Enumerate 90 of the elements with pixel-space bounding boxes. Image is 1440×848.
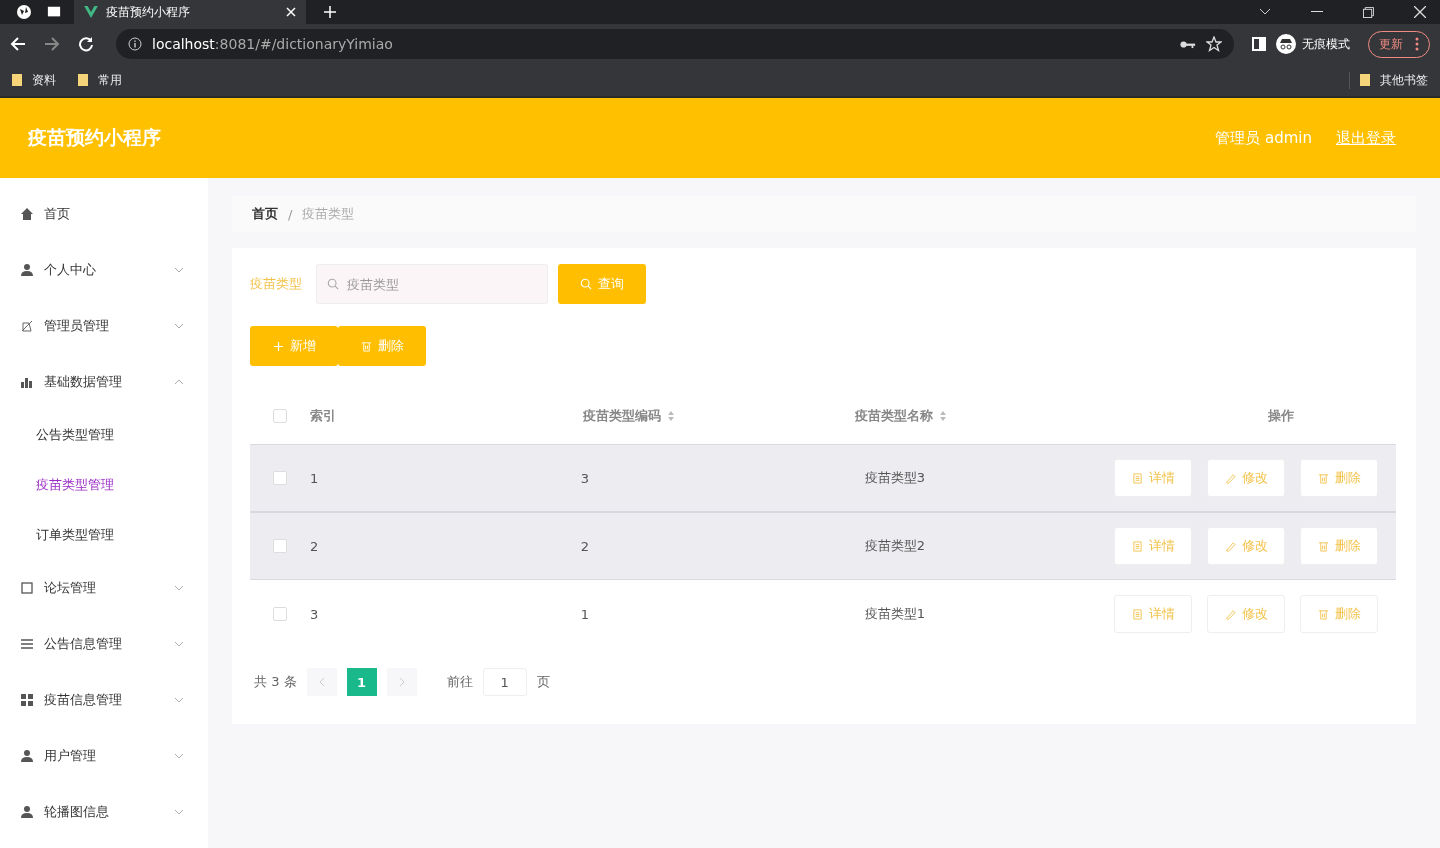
table-cell: 1	[580, 606, 590, 622]
table-cell: 2	[580, 538, 590, 554]
trash-icon	[360, 340, 372, 352]
sort-icon	[939, 410, 947, 422]
person-icon	[20, 805, 34, 819]
info-icon[interactable]	[128, 37, 142, 51]
grid-icon	[20, 693, 34, 707]
menu-item[interactable]: 首页	[0, 186, 208, 242]
document-icon	[1131, 472, 1143, 484]
breadcrumb-item[interactable]: 首页	[252, 205, 278, 223]
breadcrumb-item: 疫苗类型	[302, 205, 355, 223]
search-icon	[327, 278, 339, 290]
menu-item[interactable]: 轮播图信息	[0, 784, 208, 840]
incognito-icon	[1276, 34, 1296, 54]
vue-logo-icon	[84, 6, 98, 18]
table-row[interactable]: 2 2 疫苗类型2 详情 修改 删除	[250, 512, 1396, 580]
table-cell: 1	[310, 470, 319, 486]
trash-icon	[1317, 540, 1329, 552]
tab-strip-icon[interactable]	[46, 5, 62, 19]
chevron-down-icon[interactable]	[1259, 8, 1271, 16]
list-icon	[20, 637, 34, 651]
column-header[interactable]: 疫苗类型名称	[855, 407, 947, 425]
address-field[interactable]: localhost:8081/#/dictionaryYimiao	[116, 29, 1234, 59]
bookmark[interactable]: 其他书签	[1349, 71, 1428, 89]
bar-chart-icon	[20, 375, 34, 389]
person-icon	[20, 749, 34, 763]
column-header: 索引	[310, 407, 336, 425]
menu-item[interactable]: 基础数据管理	[0, 354, 208, 410]
more-icon	[1415, 37, 1419, 51]
breadcrumb-separator: /	[288, 206, 293, 222]
folder-icon	[78, 74, 88, 86]
menu-item[interactable]: 管理员管理	[0, 298, 208, 354]
forward-icon[interactable]	[44, 36, 60, 52]
square-icon	[20, 581, 34, 595]
minimize-icon[interactable]	[1311, 11, 1323, 13]
checkbox[interactable]	[273, 607, 287, 621]
table-cell: 疫苗类型1	[864, 605, 926, 623]
column-header[interactable]: 疫苗类型编码	[583, 407, 675, 425]
submenu-item[interactable]: 公告类型管理	[0, 410, 114, 460]
browser-tab[interactable]: 疫苗预约小程序	[74, 0, 306, 24]
menu-item[interactable]: 个人中心	[0, 242, 208, 298]
star-icon[interactable]	[1206, 36, 1222, 52]
search-field[interactable]: 疫苗类型	[316, 264, 548, 304]
user-label: 管理员 admin	[1215, 128, 1312, 148]
search-label: 疫苗类型	[250, 275, 302, 293]
new-tab-icon[interactable]	[324, 6, 336, 18]
search-icon	[580, 278, 592, 290]
page-suffix: 页	[536, 673, 550, 691]
sidebar-toggle-icon[interactable]	[1252, 37, 1266, 51]
incognito-button[interactable]: 无痕模式	[1276, 34, 1350, 54]
table-cell: 3	[580, 470, 590, 486]
goto-label: 前往	[446, 673, 473, 691]
menu-item[interactable]: 公告信息管理	[0, 616, 208, 672]
plus-icon	[272, 340, 284, 352]
checkbox[interactable]	[273, 539, 287, 553]
menu-item[interactable]: 用户管理	[0, 728, 208, 784]
url-text: localhost:8081/#/dictionaryYimiao	[152, 36, 393, 52]
checkbox[interactable]	[273, 409, 287, 423]
folder-icon	[1360, 74, 1370, 86]
table-row[interactable]: 1 3 疫苗类型3 详情 修改 删除	[250, 444, 1396, 512]
menu-item[interactable]: 疫苗信息管理	[0, 672, 208, 728]
bookmark[interactable]: 资料	[12, 71, 56, 89]
table-cell: 疫苗类型2	[864, 537, 926, 555]
submenu-item[interactable]: 订单类型管理	[0, 510, 114, 560]
key-icon[interactable]	[1180, 39, 1196, 49]
close-icon[interactable]	[1414, 6, 1426, 18]
page-input[interactable]: 1	[482, 668, 527, 696]
restore-icon[interactable]	[1363, 6, 1374, 18]
table-cell: 2	[310, 538, 319, 554]
menu-item[interactable]: 论坛管理	[0, 560, 208, 616]
reload-icon[interactable]	[78, 36, 94, 52]
chevron-left-icon	[318, 677, 325, 687]
document-icon	[1131, 608, 1143, 620]
back-icon[interactable]	[10, 36, 26, 52]
person-icon	[20, 263, 34, 277]
checkbox[interactable]	[273, 471, 287, 485]
folder-icon	[12, 74, 22, 86]
app-title: 疫苗预约小程序	[28, 125, 161, 150]
submenu-item[interactable]: 疫苗类型管理	[0, 460, 114, 510]
chevron-right-icon	[398, 677, 405, 687]
document-icon	[1131, 540, 1143, 552]
trash-icon	[1317, 472, 1329, 484]
table-cell: 疫苗类型3	[864, 469, 926, 487]
total-count: 共 3 条	[254, 673, 297, 691]
table-cell: 3	[310, 606, 319, 622]
column-header: 操作	[1267, 407, 1294, 425]
trash-icon	[1317, 608, 1329, 620]
sort-icon	[667, 410, 675, 422]
home-icon	[20, 207, 34, 221]
bookmark[interactable]: 常用	[78, 71, 122, 89]
